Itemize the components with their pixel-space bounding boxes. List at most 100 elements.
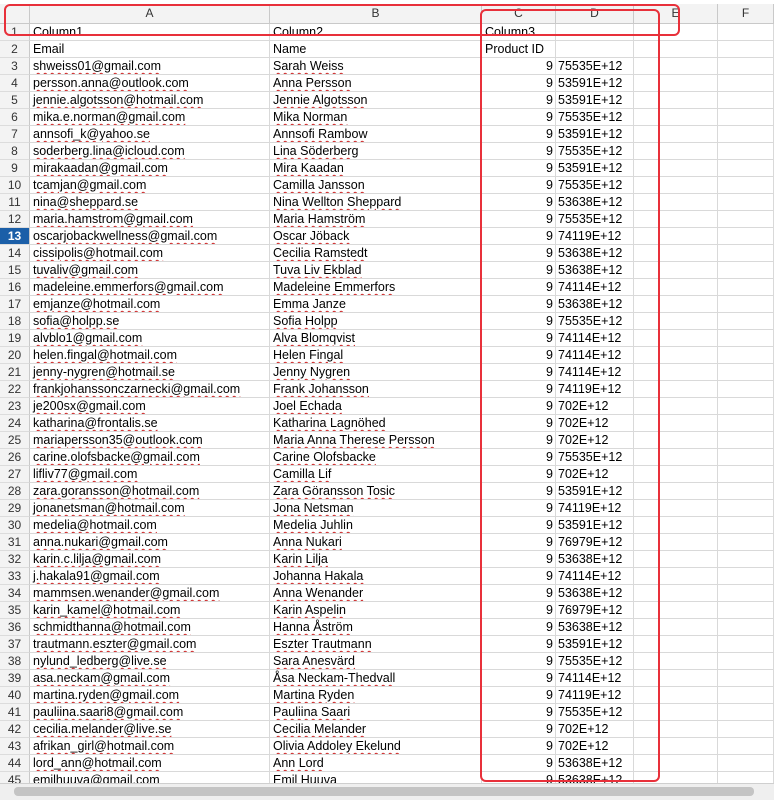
cell-col-e[interactable]: [634, 92, 718, 109]
cell-col-f[interactable]: [718, 500, 774, 517]
row-header[interactable]: 10: [0, 177, 30, 194]
cell-col-b[interactable]: Column2: [270, 24, 482, 41]
cell-col-e[interactable]: [634, 109, 718, 126]
cell-col-e[interactable]: [634, 398, 718, 415]
cell-col-c[interactable]: 9: [482, 109, 556, 126]
cell-col-a[interactable]: martina.ryden@gmail.com: [30, 687, 270, 704]
cell-col-f[interactable]: [718, 755, 774, 772]
cell-col-f[interactable]: [718, 41, 774, 58]
cell-col-d[interactable]: 53638E+12: [556, 245, 634, 262]
cell-col-c[interactable]: 9: [482, 619, 556, 636]
cell-col-d[interactable]: 53591E+12: [556, 92, 634, 109]
cell-col-a[interactable]: jennie.algotsson@hotmail.com: [30, 92, 270, 109]
cell-col-c[interactable]: 9: [482, 415, 556, 432]
cell-col-c[interactable]: 9: [482, 483, 556, 500]
cell-col-b[interactable]: Lina Söderberg: [270, 143, 482, 160]
cell-col-d[interactable]: 702E+12: [556, 466, 634, 483]
cell-col-a[interactable]: karin_kamel@hotmail.com: [30, 602, 270, 619]
cell-col-a[interactable]: j.hakala91@gmail.com: [30, 568, 270, 585]
cell-col-f[interactable]: [718, 432, 774, 449]
cell-col-c[interactable]: 9: [482, 670, 556, 687]
cell-col-f[interactable]: [718, 279, 774, 296]
cell-col-a[interactable]: helen.fingal@hotmail.com: [30, 347, 270, 364]
cell-col-f[interactable]: [718, 211, 774, 228]
cell-col-f[interactable]: [718, 364, 774, 381]
cell-col-e[interactable]: [634, 585, 718, 602]
row-header[interactable]: 41: [0, 704, 30, 721]
cell-col-e[interactable]: [634, 41, 718, 58]
cell-col-e[interactable]: [634, 364, 718, 381]
cell-col-b[interactable]: Nina Wellton Sheppard: [270, 194, 482, 211]
cell-col-b[interactable]: Hanna Åström: [270, 619, 482, 636]
cell-col-e[interactable]: [634, 483, 718, 500]
cell-col-d[interactable]: 53591E+12: [556, 636, 634, 653]
cell-col-c[interactable]: 9: [482, 721, 556, 738]
cell-col-f[interactable]: [718, 568, 774, 585]
cell-col-a[interactable]: persson.anna@outlook.com: [30, 75, 270, 92]
cell-col-b[interactable]: Johanna Hakala: [270, 568, 482, 585]
column-header-a[interactable]: A: [30, 4, 270, 23]
cell-col-d[interactable]: 76979E+12: [556, 534, 634, 551]
cell-col-d[interactable]: 74114E+12: [556, 330, 634, 347]
cell-col-a[interactable]: annsofi_k@yahoo.se: [30, 126, 270, 143]
cell-col-a[interactable]: carine.olofsbacke@gmail.com: [30, 449, 270, 466]
row-header[interactable]: 29: [0, 500, 30, 517]
cell-col-c[interactable]: 9: [482, 296, 556, 313]
cell-col-a[interactable]: pauliina.saari8@gmail.com: [30, 704, 270, 721]
cell-col-a[interactable]: karin.c.lilja@gmail.com: [30, 551, 270, 568]
cell-col-a[interactable]: mirakaadan@gmail.com: [30, 160, 270, 177]
cell-col-d[interactable]: 53591E+12: [556, 75, 634, 92]
row-header[interactable]: 42: [0, 721, 30, 738]
row-header[interactable]: 15: [0, 262, 30, 279]
cell-col-d[interactable]: 53638E+12: [556, 755, 634, 772]
cell-col-a[interactable]: lifliv77@gmail.com: [30, 466, 270, 483]
cell-col-c[interactable]: 9: [482, 466, 556, 483]
cell-col-c[interactable]: 9: [482, 330, 556, 347]
cell-col-d[interactable]: 53591E+12: [556, 126, 634, 143]
cell-col-b[interactable]: Mika Norman: [270, 109, 482, 126]
cell-col-f[interactable]: [718, 160, 774, 177]
cell-col-b[interactable]: Alva Blomqvist: [270, 330, 482, 347]
cell-col-b[interactable]: Madeleine Emmerfors: [270, 279, 482, 296]
cell-col-a[interactable]: jenny-nygren@hotmail.se: [30, 364, 270, 381]
cell-col-d[interactable]: 74119E+12: [556, 381, 634, 398]
cell-col-c[interactable]: 9: [482, 75, 556, 92]
row-header[interactable]: 23: [0, 398, 30, 415]
row-header[interactable]: 5: [0, 92, 30, 109]
cell-col-e[interactable]: [634, 755, 718, 772]
row-header[interactable]: 25: [0, 432, 30, 449]
cell-col-c[interactable]: 9: [482, 279, 556, 296]
cell-col-b[interactable]: Anna Nukari: [270, 534, 482, 551]
cell-col-d[interactable]: 75535E+12: [556, 177, 634, 194]
cell-col-d[interactable]: 74114E+12: [556, 364, 634, 381]
cell-col-c[interactable]: 9: [482, 313, 556, 330]
cell-col-a[interactable]: cissipolis@hotmail.com: [30, 245, 270, 262]
row-header[interactable]: 36: [0, 619, 30, 636]
cell-col-f[interactable]: [718, 24, 774, 41]
cell-col-b[interactable]: Sara Anesvärd: [270, 653, 482, 670]
cell-col-f[interactable]: [718, 534, 774, 551]
cell-col-e[interactable]: [634, 551, 718, 568]
cell-col-c[interactable]: 9: [482, 449, 556, 466]
cell-col-b[interactable]: Martina Ryden: [270, 687, 482, 704]
cell-col-b[interactable]: Tuva Liv Ekblad: [270, 262, 482, 279]
row-header[interactable]: 13: [0, 228, 30, 245]
cell-col-a[interactable]: trautmann.eszter@gmail.com: [30, 636, 270, 653]
cell-col-a[interactable]: madeleine.emmerfors@gmail.com: [30, 279, 270, 296]
cell-col-e[interactable]: [634, 126, 718, 143]
cell-col-d[interactable]: 53591E+12: [556, 160, 634, 177]
cell-col-f[interactable]: [718, 347, 774, 364]
row-header[interactable]: 18: [0, 313, 30, 330]
cell-col-c[interactable]: 9: [482, 177, 556, 194]
row-header[interactable]: 37: [0, 636, 30, 653]
cell-col-b[interactable]: Oscar Jöback: [270, 228, 482, 245]
cell-col-d[interactable]: 53591E+12: [556, 517, 634, 534]
cell-col-c[interactable]: 9: [482, 738, 556, 755]
cell-col-a[interactable]: oscarjobackwellness@gmail.com: [30, 228, 270, 245]
cell-col-c[interactable]: 9: [482, 568, 556, 585]
cell-col-c[interactable]: 9: [482, 364, 556, 381]
cell-col-b[interactable]: Maria Anna Therese Persson: [270, 432, 482, 449]
cell-col-d[interactable]: 75535E+12: [556, 449, 634, 466]
cell-col-e[interactable]: [634, 245, 718, 262]
column-header-e[interactable]: E: [634, 4, 718, 23]
